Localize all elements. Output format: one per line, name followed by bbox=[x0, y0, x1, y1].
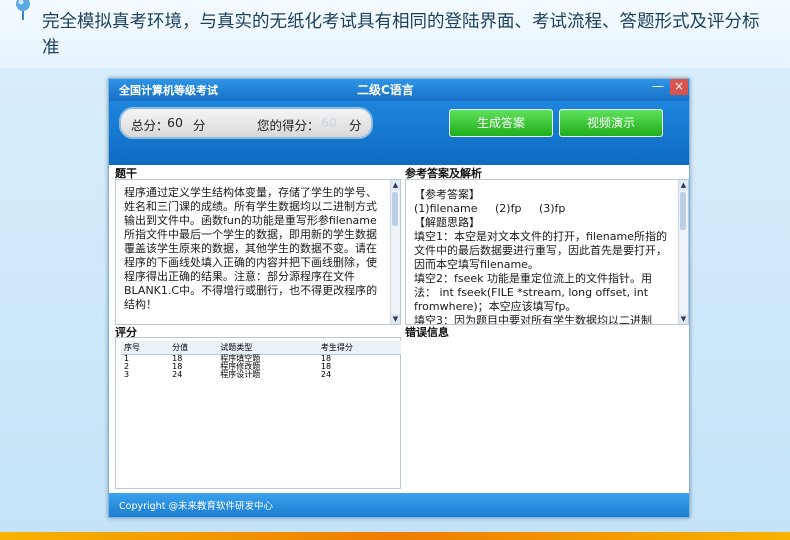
chevron-down-icon[interactable]: ▼ bbox=[679, 314, 688, 324]
chevron-up-icon[interactable]: ▲ bbox=[391, 180, 400, 190]
minimize-button[interactable]: — bbox=[649, 79, 667, 95]
your-score-label: 您的得分： bbox=[257, 118, 320, 133]
banner-description: 完全模拟真考环境，与真实的无纸化考试具有相同的登陆界面、考试流程、答题形式及评分… bbox=[42, 12, 760, 58]
reference-content: 【参考答案】 (1)filename (2)fp (3)fp 【解题思路】 填空… bbox=[414, 188, 672, 325]
col-header-index: 序号 bbox=[121, 341, 170, 355]
question-scrollbar[interactable]: ▲ ▼ bbox=[390, 180, 400, 324]
table-row[interactable]: 3 24 程序设计题 24 bbox=[121, 371, 401, 379]
cell-type: 程序设计题 bbox=[220, 370, 261, 379]
table-header-row: 序号 分值 试题类型 考生得分 bbox=[121, 341, 401, 355]
promo-banner: 完全模拟真考环境，与真实的无纸化考试具有相同的登陆界面、考试流程、答题形式及评分… bbox=[0, 0, 790, 68]
idea-1: 填空1：本空是对文本文件的打开，filename所指的文件中的最后数据要进行重写… bbox=[414, 230, 667, 271]
col-header-type: 试题类型 bbox=[217, 341, 318, 355]
answer-1: (1)filename bbox=[414, 202, 478, 215]
total-score-value: 60 bbox=[167, 115, 183, 130]
video-demo-button[interactable]: 视频演示 bbox=[559, 109, 663, 137]
question-text: 程序通过定义学生结构体变量，存储了学生的学号、姓名和三门课的成绩。所有学生数据均… bbox=[124, 186, 378, 311]
reference-scrollbar[interactable]: ▲ ▼ bbox=[678, 180, 688, 324]
exam-title: 二级C语言 bbox=[357, 83, 414, 97]
generate-answer-button[interactable]: 生成答案 bbox=[449, 109, 553, 137]
score-header: 总分： 60 分 您的得分： 60 分 生成答案 视频演示 bbox=[109, 101, 689, 165]
answer-3: (3)fp bbox=[538, 202, 566, 215]
grading-table: 序号 分值 试题类型 考生得分 1 18 程序填空题 18 2 18 程序修改题… bbox=[121, 341, 401, 379]
total-score-label: 总分： bbox=[131, 118, 169, 133]
col-header-points: 分值 bbox=[169, 341, 218, 355]
window-footer: Copyright @未来教育软件研发中心 bbox=[109, 493, 689, 517]
idea-heading: 【解题思路】 bbox=[414, 216, 480, 229]
idea-3: 填空3：因为题目中要对所有学生数据均以二进制 bbox=[414, 314, 652, 325]
answer-heading: 【参考答案】 bbox=[414, 188, 480, 201]
copyright-text: Copyright @未来教育软件研发中心 bbox=[119, 501, 273, 512]
your-score-value: 60 bbox=[321, 115, 337, 130]
chevron-down-icon[interactable]: ▼ bbox=[391, 314, 400, 324]
app-title: 全国计算机等级考试 bbox=[119, 84, 218, 97]
idea-2: 填空2：fseek 功能是重定位流上的文件指针。用法： int fseek(FI… bbox=[414, 272, 653, 313]
pin-icon bbox=[16, 0, 30, 20]
scroll-thumb[interactable] bbox=[680, 192, 686, 230]
scroll-thumb[interactable] bbox=[392, 192, 398, 226]
table-row[interactable]: 2 18 程序修改题 18 bbox=[121, 363, 401, 371]
score-box: 总分： 60 分 您的得分： 60 分 bbox=[119, 107, 373, 139]
question-pane[interactable]: 程序通过定义学生结构体变量，存储了学生的学号、姓名和三门课的成绩。所有学生数据均… bbox=[115, 179, 401, 325]
cell-points: 24 bbox=[172, 370, 183, 379]
bottom-accent-strip bbox=[0, 532, 790, 540]
exam-window: 全国计算机等级考试 二级C语言 — × 总分： 60 分 您的得分： 60 分 … bbox=[108, 78, 690, 518]
table-row[interactable]: 1 18 程序填空题 18 bbox=[121, 355, 401, 364]
answer-2: (2)fp bbox=[495, 202, 522, 215]
your-score-unit: 分 bbox=[349, 118, 362, 133]
close-button[interactable]: × bbox=[670, 79, 688, 95]
answer-list: (1)filename (2)fp (3)fp bbox=[414, 202, 672, 216]
errors-pane bbox=[405, 337, 687, 487]
window-titlebar: 全国计算机等级考试 二级C语言 — × bbox=[109, 79, 689, 101]
reference-pane[interactable]: 【参考答案】 (1)filename (2)fp (3)fp 【解题思路】 填空… bbox=[405, 179, 689, 325]
total-score-unit: 分 bbox=[193, 118, 206, 133]
col-header-score: 考生得分 bbox=[317, 341, 401, 355]
cell-score: 24 bbox=[320, 370, 332, 379]
chevron-up-icon[interactable]: ▲ bbox=[679, 180, 688, 190]
cell-index: 3 bbox=[124, 370, 130, 379]
